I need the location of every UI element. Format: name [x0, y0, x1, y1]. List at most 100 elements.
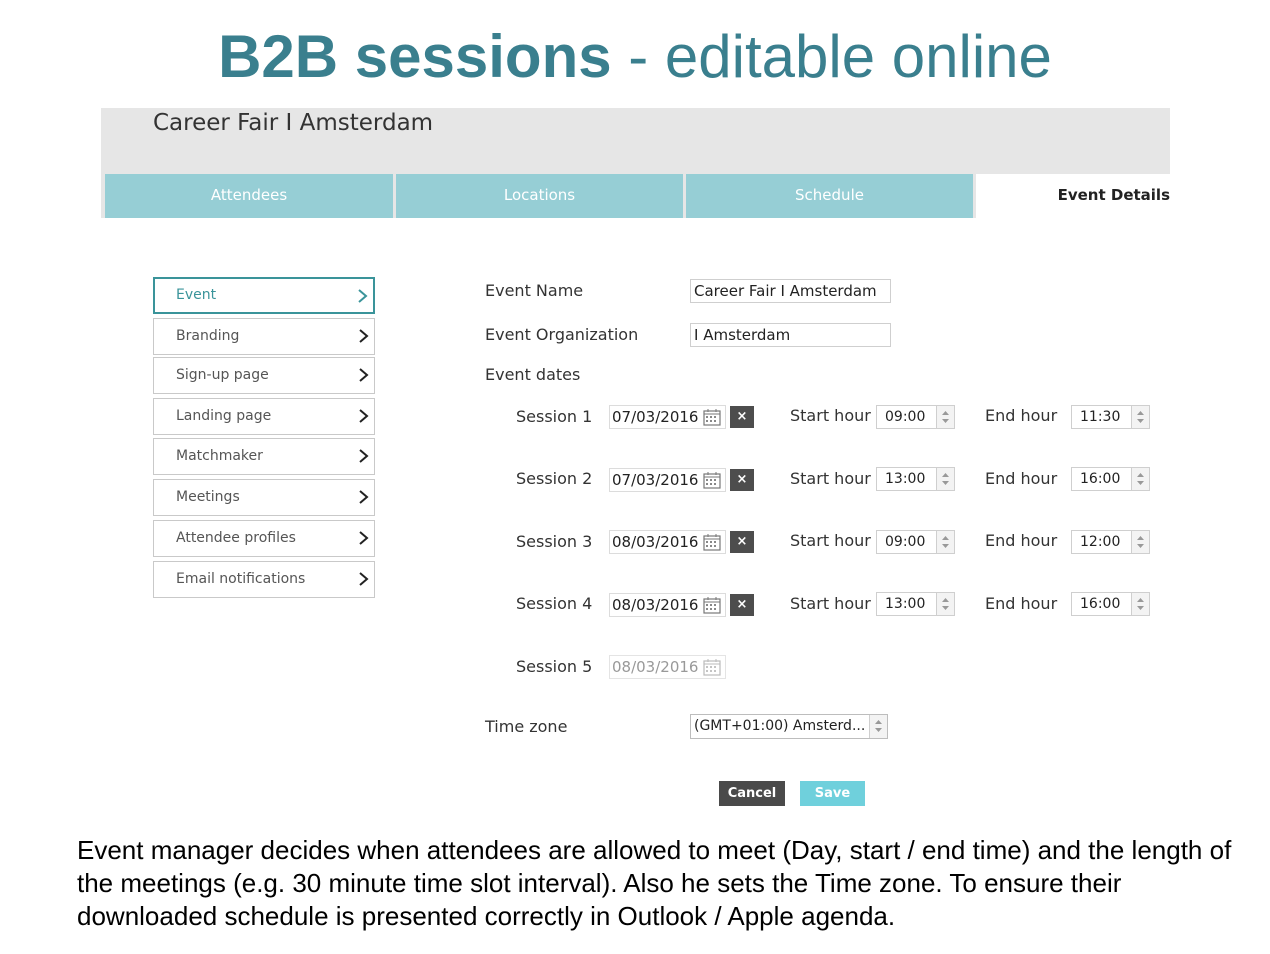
app-header: Career Fair I Amsterdam: [101, 108, 1170, 174]
chevron-right-icon: [359, 368, 369, 382]
event-dates-label: Event dates: [485, 365, 581, 384]
chevron-right-icon: [359, 531, 369, 545]
cancel-button[interactable]: Cancel: [719, 781, 785, 806]
session-2-end-hour-input[interactable]: 16:00: [1071, 467, 1150, 491]
chevron-right-icon: [359, 409, 369, 423]
sidebar-item-label: Event: [176, 287, 217, 303]
time-value: 09:00: [885, 534, 926, 550]
spinner-icon[interactable]: [936, 406, 954, 428]
session-4-label: Session 4: [516, 594, 593, 613]
session-4-end-hour-input[interactable]: 16:00: [1071, 592, 1150, 616]
chevron-right-icon: [359, 329, 369, 343]
calendar-icon[interactable]: [703, 409, 721, 426]
sidebar-item-label: Sign-up page: [176, 367, 269, 383]
session-1-end-hour-input[interactable]: 11:30: [1071, 405, 1150, 429]
end-hour-label: End hour: [985, 594, 1058, 613]
sidebar-item-sign-up-page[interactable]: Sign-up page: [153, 357, 375, 394]
date-value: 07/03/2016: [612, 471, 699, 489]
chevron-right-icon: [359, 572, 369, 586]
slide-title: B2B sessions - editable online: [0, 22, 1270, 92]
session-1-start-hour-input[interactable]: 09:00: [876, 405, 955, 429]
start-hour-label: Start hour: [790, 594, 871, 613]
tab-locations[interactable]: Locations: [396, 174, 683, 218]
sidebar-item-event[interactable]: Event: [153, 277, 375, 314]
session-5-label: Session 5: [516, 657, 593, 676]
end-hour-label: End hour: [985, 469, 1058, 488]
date-value: 08/03/2016: [612, 596, 699, 614]
tab-schedule[interactable]: Schedule: [686, 174, 973, 218]
session-1-date-input[interactable]: 07/03/2016: [609, 405, 726, 429]
tab-attendees[interactable]: Attendees: [105, 174, 393, 218]
event-name-label: Event Name: [485, 281, 584, 300]
sidebar-item-label: Landing page: [176, 408, 272, 424]
slide-caption: Event manager decides when attendees are…: [77, 835, 1232, 931]
session-4-start-hour-input[interactable]: 13:00: [876, 592, 955, 616]
calendar-icon[interactable]: [703, 659, 721, 676]
session-4-clear-button[interactable]: ×: [730, 594, 754, 616]
sidebar-item-meetings[interactable]: Meetings: [153, 479, 375, 516]
session-5-date-input[interactable]: 08/03/2016: [609, 655, 726, 679]
session-3-label: Session 3: [516, 532, 593, 551]
time-value: 13:00: [885, 596, 926, 612]
session-3-start-hour-input[interactable]: 09:00: [876, 530, 955, 554]
spinner-icon[interactable]: [936, 531, 954, 553]
slide-title-rest: - editable online: [611, 23, 1052, 90]
select-arrows-icon: [869, 715, 887, 738]
session-2-start-hour-input[interactable]: 13:00: [876, 467, 955, 491]
start-hour-label: Start hour: [790, 469, 871, 488]
session-3-clear-button[interactable]: ×: [730, 531, 754, 553]
spinner-icon[interactable]: [936, 593, 954, 615]
spinner-icon[interactable]: [936, 468, 954, 490]
chevron-right-icon: [359, 490, 369, 504]
end-hour-label: End hour: [985, 531, 1058, 550]
chevron-right-icon: [359, 449, 369, 463]
sidebar-item-label: Meetings: [176, 489, 240, 505]
sidebar-item-branding[interactable]: Branding: [153, 318, 375, 355]
event-title: Career Fair I Amsterdam: [153, 110, 434, 136]
tab-event-details[interactable]: Event Details: [976, 174, 1170, 218]
spinner-icon[interactable]: [1131, 531, 1149, 553]
time-value: 13:00: [885, 471, 926, 487]
calendar-icon[interactable]: [703, 472, 721, 489]
time-value: 12:00: [1080, 534, 1121, 550]
sidebar-item-attendee-profiles[interactable]: Attendee profiles: [153, 520, 375, 557]
save-button[interactable]: Save: [800, 781, 865, 806]
session-4-date-input[interactable]: 08/03/2016: [609, 593, 726, 617]
sidebar-item-landing-page[interactable]: Landing page: [153, 398, 375, 435]
sidebar-item-label: Attendee profiles: [176, 530, 296, 546]
spinner-icon[interactable]: [1131, 468, 1149, 490]
session-3-end-hour-input[interactable]: 12:00: [1071, 530, 1150, 554]
start-hour-label: Start hour: [790, 531, 871, 550]
slide-title-bold: B2B sessions: [218, 23, 612, 90]
sidebar-item-label: Email notifications: [176, 571, 306, 587]
calendar-icon[interactable]: [703, 597, 721, 614]
sidebar-item-matchmaker[interactable]: Matchmaker: [153, 438, 375, 475]
session-2-clear-button[interactable]: ×: [730, 469, 754, 491]
event-organization-input[interactable]: I Amsterdam: [690, 323, 891, 347]
calendar-icon[interactable]: [703, 534, 721, 551]
spinner-icon[interactable]: [1131, 593, 1149, 615]
session-3-date-input[interactable]: 08/03/2016: [609, 530, 726, 554]
start-hour-label: Start hour: [790, 406, 871, 425]
session-2-date-input[interactable]: 07/03/2016: [609, 468, 726, 492]
session-1-clear-button[interactable]: ×: [730, 406, 754, 428]
sidebar-item-label: Matchmaker: [176, 448, 263, 464]
end-hour-label: End hour: [985, 406, 1058, 425]
date-value: 08/03/2016: [612, 533, 699, 551]
time-value: 09:00: [885, 409, 926, 425]
date-value: 07/03/2016: [612, 408, 699, 426]
time-zone-value: (GMT+01:00) Amsterd...: [694, 718, 866, 734]
time-value: 11:30: [1080, 409, 1121, 425]
time-value: 16:00: [1080, 471, 1121, 487]
session-2-label: Session 2: [516, 469, 593, 488]
event-organization-label: Event Organization: [485, 325, 639, 344]
date-value: 08/03/2016: [612, 658, 699, 676]
time-zone-select[interactable]: (GMT+01:00) Amsterd...: [690, 714, 888, 739]
sidebar-item-label: Branding: [176, 328, 240, 344]
time-value: 16:00: [1080, 596, 1121, 612]
event-name-input[interactable]: Career Fair I Amsterdam: [690, 279, 891, 303]
spinner-icon[interactable]: [1131, 406, 1149, 428]
sidebar-item-email-notifications[interactable]: Email notifications: [153, 561, 375, 598]
tab-bar: Attendees Locations Schedule Event Detai…: [101, 174, 1170, 218]
chevron-right-icon: [358, 289, 368, 303]
